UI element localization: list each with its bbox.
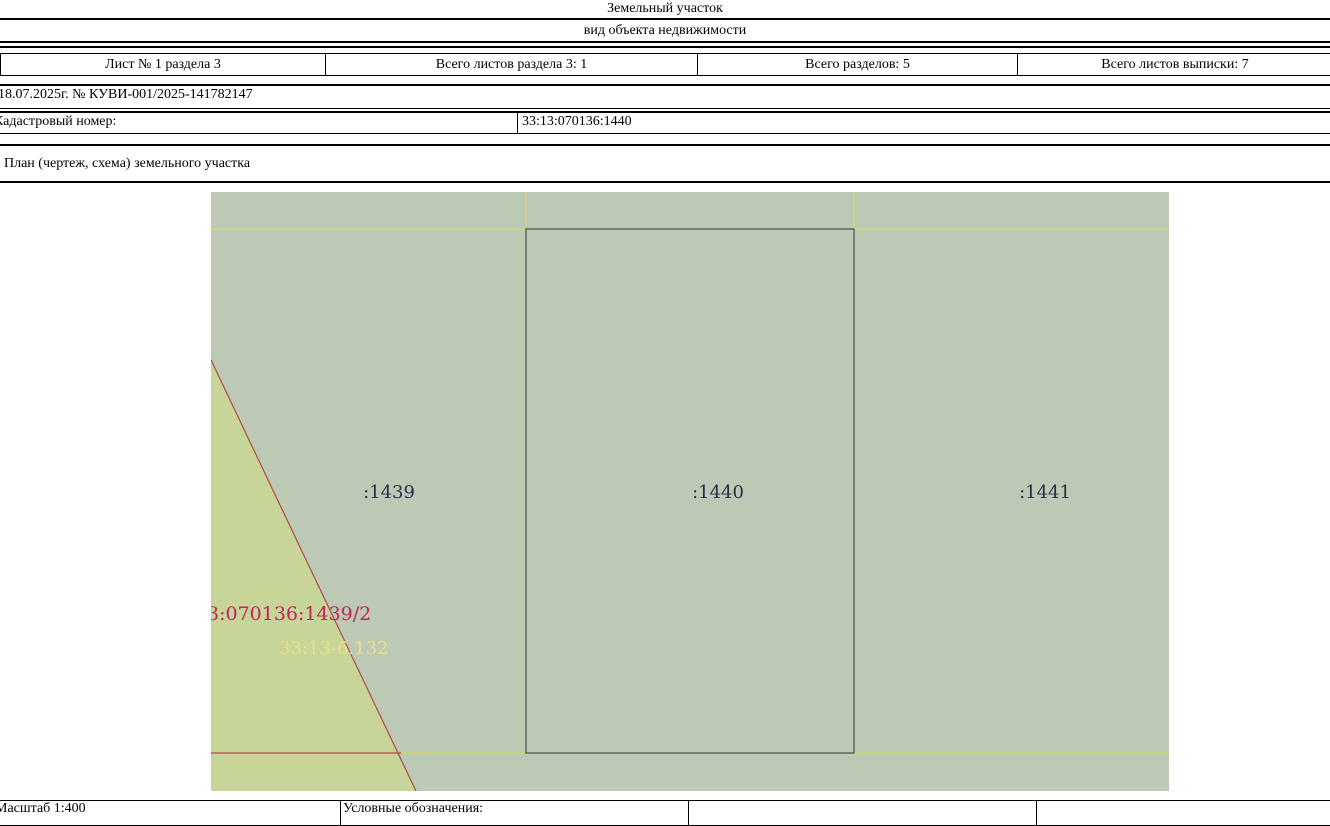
document-subtitle: вид объекта недвижимости — [0, 22, 1330, 40]
parcel-label-1441: :1441 — [1019, 482, 1071, 503]
sheets-in-section: Всего листов раздела 3: 1 — [326, 54, 698, 76]
divider — [0, 41, 1330, 43]
divider — [0, 111, 1330, 113]
divider — [0, 84, 1330, 86]
document-title: Земельный участок — [0, 0, 1330, 19]
divider — [0, 46, 1330, 48]
cadastral-number-label: Кадастровый номер: — [0, 114, 116, 130]
land-plot-plan-map: :1439 :1440 :1441 3:070136:1439/2 33:13-… — [211, 192, 1169, 791]
sheet-info-table: Лист № 1 раздела 3 Всего листов раздела … — [0, 53, 1330, 76]
extract-date-number: 18.07.2025г. № КУВИ-001/2025-141782147 — [0, 87, 253, 103]
parcel-label-1440: :1440 — [692, 482, 744, 503]
sections-total: Всего разделов: 5 — [698, 54, 1018, 76]
divider — [0, 144, 1330, 146]
divider — [0, 133, 1330, 134]
sheet-number: Лист № 1 раздела 3 — [1, 54, 326, 76]
parcel-part-label: 3:070136:1439/2 — [211, 603, 371, 625]
legend-label: Условные обозначения: — [341, 801, 689, 826]
legend-cell — [1037, 801, 1330, 826]
cadastral-number-value: 33:13:070136:1440 — [522, 114, 632, 130]
zone-label: 33:13-6.132 — [279, 638, 389, 659]
divider — [0, 18, 1330, 20]
parcel-label-1439: :1439 — [363, 482, 415, 503]
cell-divider — [517, 112, 518, 134]
scale-label: Масштаб 1:400 — [0, 801, 341, 826]
legend-cell — [689, 801, 1037, 826]
legend-table: Масштаб 1:400 Условные обозначения: — [0, 800, 1330, 826]
sheets-total: Всего листов выписки: 7 — [1018, 54, 1330, 76]
plan-title: План (чертеж, схема) земельного участка — [4, 156, 250, 172]
divider — [0, 108, 1330, 109]
divider — [0, 181, 1330, 183]
